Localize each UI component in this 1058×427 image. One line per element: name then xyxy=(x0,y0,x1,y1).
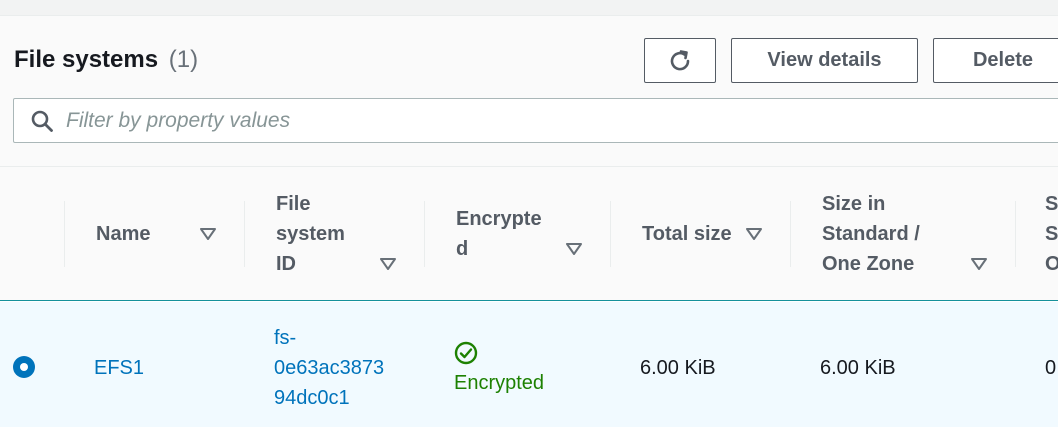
column-label: O xyxy=(1045,253,1058,275)
column-header-file-system-id[interactable]: File system ID xyxy=(244,167,424,302)
filter-search-box[interactable] xyxy=(13,98,1058,143)
file-system-id-line[interactable]: 94dc0c1 xyxy=(274,383,350,413)
check-circle-icon xyxy=(454,341,478,365)
sort-caret-down-icon[interactable] xyxy=(379,257,397,271)
truncated-column-value: 0 xyxy=(1045,357,1057,379)
table-header: Name File system ID Encrypte d Total siz… xyxy=(0,166,1058,301)
top-strip xyxy=(0,0,1058,16)
page-title: File systems (1) xyxy=(14,46,198,74)
page-title-text: File systems xyxy=(14,46,159,73)
column-header-name[interactable]: Name xyxy=(64,167,244,302)
file-system-name-link[interactable]: EFS1 xyxy=(94,353,144,383)
column-label: S xyxy=(1045,223,1058,245)
column-label: Size in xyxy=(822,193,886,215)
column-label: Standard / xyxy=(822,223,920,245)
column-label: system xyxy=(276,223,345,245)
total-size-value: 6.00 KiB xyxy=(640,357,716,379)
delete-button[interactable]: Delete xyxy=(933,38,1058,83)
column-label: Total size xyxy=(642,223,732,245)
column-label: One Zone xyxy=(822,253,915,275)
file-system-id-line[interactable]: 0e63ac3873 xyxy=(274,353,384,383)
column-label: d xyxy=(456,238,469,260)
sort-caret-down-icon[interactable] xyxy=(745,227,763,241)
table-row[interactable] xyxy=(0,302,1058,427)
file-system-id-line[interactable]: fs- xyxy=(274,323,296,353)
refresh-button[interactable] xyxy=(644,38,716,83)
column-header-truncated[interactable]: S S O xyxy=(1015,167,1058,302)
column-label: ID xyxy=(276,253,296,275)
column-header-encrypted[interactable]: Encrypte d xyxy=(424,167,610,302)
file-system-count: (1) xyxy=(168,46,199,73)
column-label: Name xyxy=(96,223,151,245)
column-label: S xyxy=(1045,193,1058,215)
sort-caret-down-icon[interactable] xyxy=(199,227,217,241)
filter-input[interactable] xyxy=(66,105,966,137)
search-icon xyxy=(31,110,53,132)
column-header-size-standard[interactable]: Size in Standard / One Zone xyxy=(790,167,1015,302)
column-label: File xyxy=(276,193,311,215)
view-details-button[interactable]: View details xyxy=(731,38,918,83)
size-standard-value: 6.00 KiB xyxy=(820,357,896,379)
encrypted-status: Encrypted xyxy=(454,372,545,394)
sort-caret-down-icon[interactable] xyxy=(970,257,988,271)
column-label: Encrypte xyxy=(456,208,542,230)
row-select-radio[interactable] xyxy=(13,356,35,378)
column-header-total-size[interactable]: Total size xyxy=(610,167,790,302)
refresh-icon xyxy=(670,49,690,70)
sort-caret-down-icon[interactable] xyxy=(565,242,583,256)
